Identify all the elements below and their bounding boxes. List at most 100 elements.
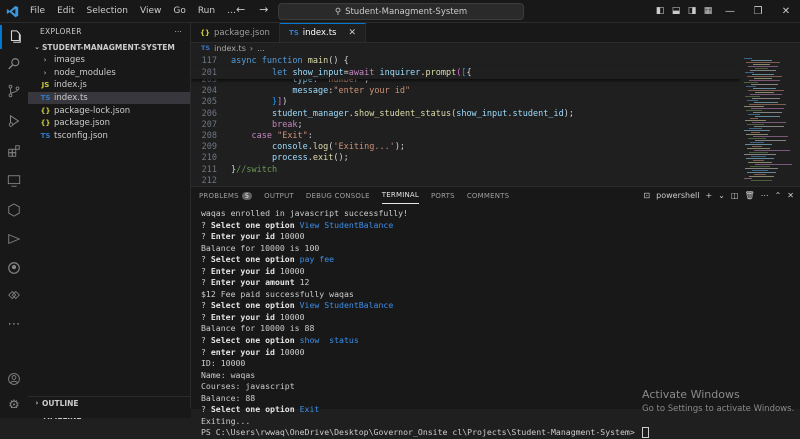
search-view-icon[interactable] [0, 52, 28, 76]
tab-debug-console[interactable]: DEBUG CONSOLE [306, 187, 370, 204]
line-number: 212 [201, 175, 217, 186]
terminal-text: ? [201, 254, 211, 265]
code-token: "Exit" [277, 131, 308, 141]
line-number: 208 [201, 131, 217, 141]
command-center-label: Student-Managment-System [345, 6, 468, 17]
menu-item[interactable]: Edit [51, 6, 80, 16]
terminal-line: ? Enter your amount 12 [201, 277, 796, 289]
breadcrumb-rest[interactable]: ... [257, 44, 265, 53]
code-token: ); [563, 108, 574, 119]
terminal-text: Balance for 10000 is 88 [201, 323, 315, 334]
tree-item[interactable]: › images [28, 54, 190, 67]
command-center-search[interactable]: ⚲ Student-Managment-System [278, 3, 524, 20]
search-icon: ⚲ [334, 6, 342, 17]
docker-icon[interactable] [0, 227, 28, 251]
tab-index-ts[interactable]: TS index.ts ✕ [279, 23, 367, 42]
terminal-shell-label[interactable]: powershell [656, 191, 699, 200]
github-icon[interactable] [0, 256, 28, 280]
terminal-text: ? [201, 404, 211, 415]
source-control-icon[interactable] [0, 79, 28, 103]
live-share-icon[interactable] [0, 283, 28, 307]
terminal-text: Enter your id [210, 231, 280, 242]
code-token: process [271, 153, 308, 164]
panel-tab-label: DEBUG CONSOLE [305, 191, 370, 200]
menu-item[interactable]: File [24, 6, 51, 16]
workspace-folder[interactable]: ⌄ STUDENT-MANAGMENT-SYSTEM [28, 40, 190, 54]
tree-item-label: package.json [54, 118, 110, 129]
forward-arrow-icon[interactable]: → [259, 3, 268, 16]
more-views-icon[interactable]: ⋯ [0, 312, 28, 336]
terminal-text: waqas enrolled in javascript successfull… [201, 208, 409, 218]
code-editor[interactable]: 203 type: "number", 204 message: "enter yo… [191, 54, 740, 186]
minimap[interactable] [740, 54, 792, 186]
terminal-text: pay fee [299, 254, 335, 265]
tab-comments[interactable]: COMMENTS [467, 187, 509, 204]
terminal-line: ? Select one option View StudentBalance [201, 300, 796, 312]
terminal-line: Balance for 10000 is 100 [201, 243, 796, 255]
tree-item[interactable]: TS tsconfig.json [28, 130, 190, 143]
terminal-text: Enter your amount [210, 277, 300, 288]
tree-item[interactable]: › node_modules [28, 67, 190, 80]
close-icon[interactable]: ✕ [348, 28, 356, 38]
tab-terminal[interactable]: TERMINAL [381, 187, 419, 204]
code-token: async [231, 56, 262, 66]
maximize-panel-icon[interactable]: ⌃ [775, 191, 782, 200]
tree-item-label: index.ts [54, 93, 88, 104]
minimize-button[interactable]: — [716, 6, 744, 17]
menu-item[interactable]: View [134, 6, 167, 16]
terminal-cursor [641, 427, 649, 439]
trash-icon[interactable]: 🗑 [744, 191, 754, 200]
breadcrumb-file[interactable]: index.ts [214, 44, 246, 53]
terminal-text: 12 [299, 277, 310, 288]
run-debug-icon[interactable] [0, 109, 28, 133]
toggle-secondary-sidebar-icon[interactable]: ◨ [684, 6, 700, 16]
testing-icon[interactable] [0, 198, 28, 222]
terminal-text: ? [201, 265, 211, 276]
code-token: console [271, 142, 308, 153]
code-line: 201 let show_input = await inquirer. prompt… [191, 66, 740, 79]
code-token: ; [297, 119, 303, 130]
menu-item[interactable]: Go [167, 6, 191, 16]
toggle-panel-icon[interactable]: ⬓ [668, 6, 684, 16]
accounts-icon[interactable] [0, 367, 28, 391]
explorer-more-icon[interactable]: ⋯ [174, 27, 182, 36]
typescript-file-icon: TS [201, 44, 211, 52]
terminal-line: ? enter your id 10000 [201, 347, 796, 359]
code-token: exit [312, 153, 334, 164]
customize-layout-icon[interactable]: ▦ [700, 6, 716, 16]
close-window-button[interactable]: ✕ [772, 6, 800, 17]
tab-package-json[interactable]: {} package.json [191, 23, 280, 42]
terminal-text: Enter your id [210, 311, 280, 322]
toggle-primary-sidebar-icon[interactable]: ◧ [652, 6, 668, 16]
line-number: 117 [201, 56, 217, 66]
typescript-file-icon: TS [40, 94, 51, 103]
terminal-line: ID: 10000 [201, 358, 796, 370]
extensions-icon[interactable] [0, 139, 28, 163]
restore-button[interactable]: ❐ [744, 6, 772, 17]
tree-item[interactable]: {} package.json [28, 117, 190, 130]
terminal-text: Exit [299, 404, 320, 415]
new-terminal-icon[interactable]: + [705, 191, 712, 200]
tree-item[interactable]: JS index.js [28, 79, 190, 92]
code-token: let [271, 67, 293, 78]
panel-tab-label: PORTS [431, 191, 455, 200]
back-arrow-icon[interactable]: ← [236, 3, 245, 16]
terminal-line: ? Select one option pay fee [201, 254, 796, 266]
terminal-line: ? Enter your id 10000 [201, 231, 796, 243]
code-line: 208 case "Exit": [191, 130, 740, 142]
tab-output[interactable]: OUTPUT [264, 187, 294, 204]
tree-item[interactable]: {} package-lock.json [28, 104, 190, 117]
remote-explorer-icon[interactable] [0, 169, 28, 193]
tab-ports[interactable]: PORTS [431, 187, 455, 204]
close-icon[interactable]: ✕ [787, 191, 794, 200]
file-tree: › images › node_modules JS index.js TS index.ts… [28, 54, 190, 142]
explorer-icon[interactable] [0, 25, 28, 49]
menu-item[interactable]: Run [192, 6, 221, 16]
tree-item[interactable]: TS index.ts [28, 91, 190, 105]
more-actions-icon[interactable]: ⋯ [761, 191, 769, 200]
split-terminal-icon[interactable]: ◫ [731, 191, 739, 200]
chevron-down-icon[interactable]: ⌄ [718, 191, 725, 200]
tab-problems[interactable]: PROBLEMS 5 [199, 187, 253, 204]
menu-item[interactable]: Selection [81, 6, 134, 16]
